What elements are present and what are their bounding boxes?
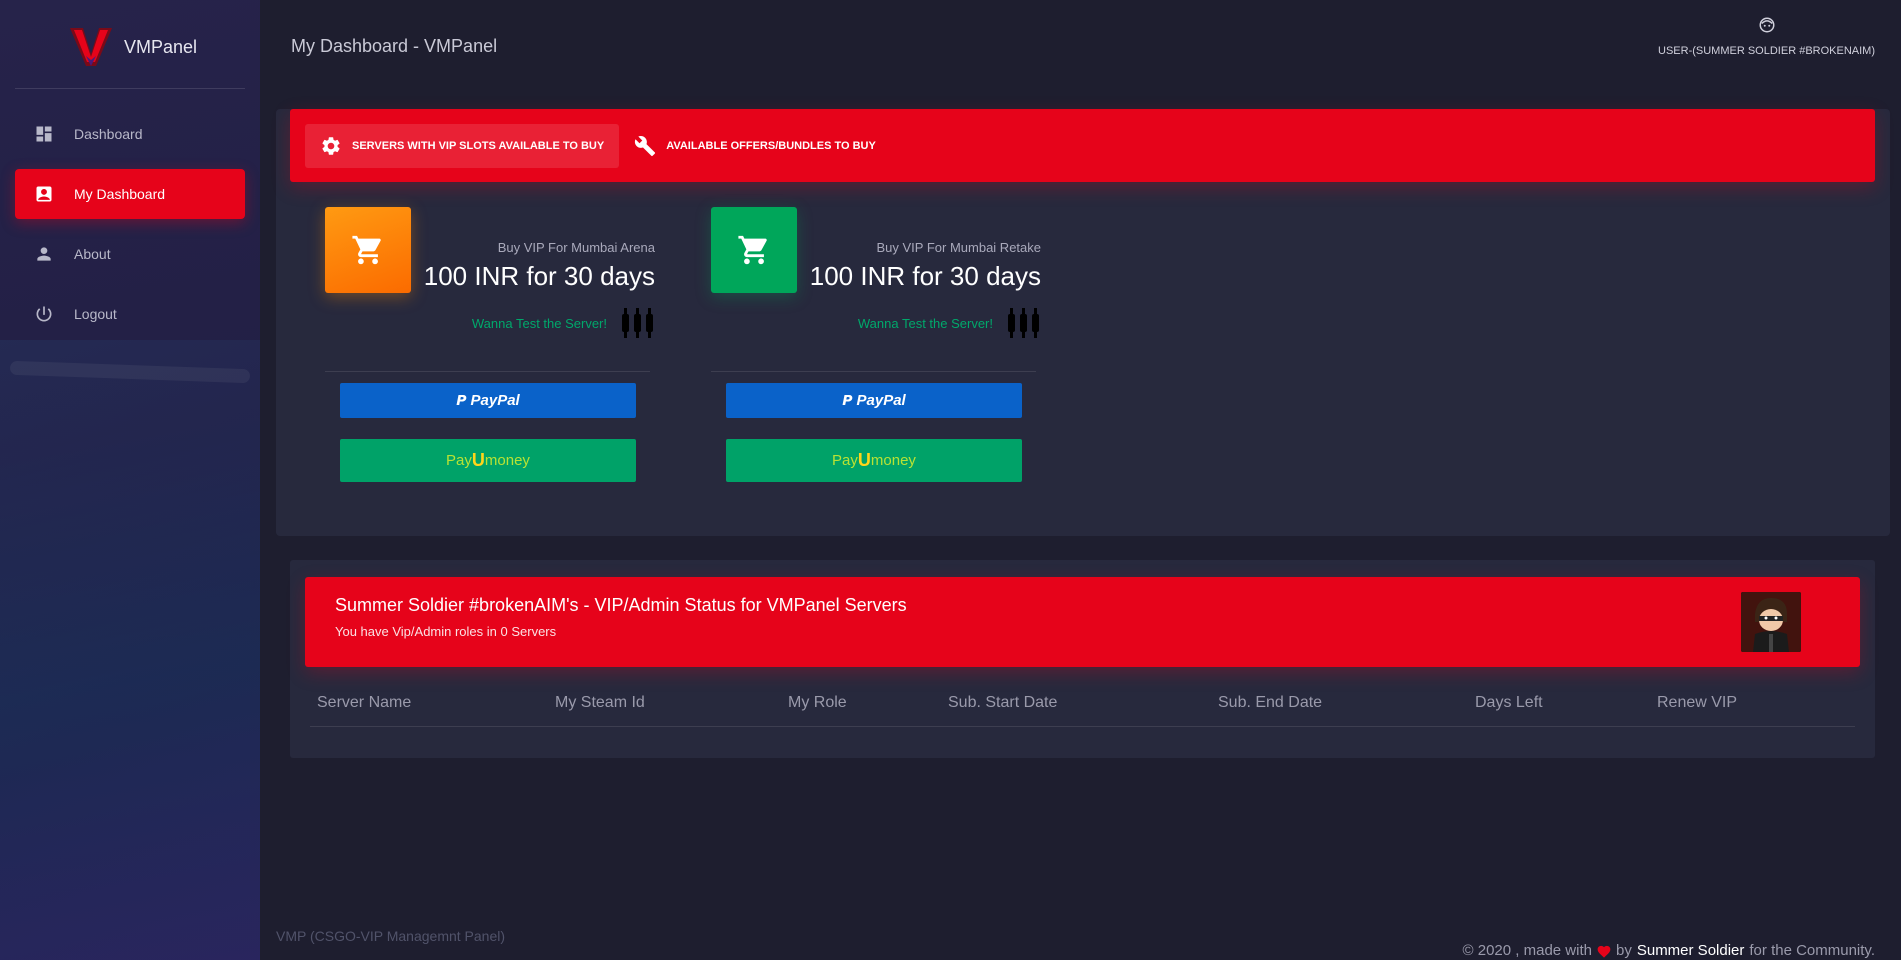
person-icon [34, 244, 54, 264]
cart-button[interactable] [325, 207, 411, 293]
payu-label-u: U [471, 450, 485, 470]
paypal-button[interactable]: 𝙋 PayPal [340, 383, 636, 418]
sidebar-item-logout[interactable]: Logout [15, 289, 245, 339]
payumoney-button[interactable]: Pay Umoney [726, 439, 1022, 482]
brand-name: VMPanel [124, 36, 198, 57]
column-header[interactable]: Sub. End Date [1218, 694, 1322, 712]
column-header[interactable]: Sub. Start Date [948, 694, 1057, 712]
footer-community: for the Community. [1749, 942, 1875, 959]
payu-label-pre: Pay [446, 452, 472, 469]
page-title: My Dashboard - VMPanel [291, 36, 498, 56]
column-header[interactable]: My Role [788, 694, 847, 712]
sidebar: VMPanel Dashboard My Dashboard About Log [0, 0, 260, 960]
paypal-icon: 𝙋 [842, 392, 853, 408]
card-divider [325, 371, 650, 372]
contact-card-icon [34, 184, 54, 204]
status-banner: Summer Soldier #brokenAIM's - VIP/Admin … [305, 577, 1860, 667]
product-price: 100 INR for 30 days [809, 261, 1041, 291]
sidebar-item-label: My Dashboard [74, 186, 166, 202]
paypal-label: PayPal [470, 392, 520, 409]
shopping-cart-icon [352, 235, 381, 265]
test-server-label: Wanna Test the Server! [857, 315, 993, 331]
payu-label-post: money [870, 452, 916, 469]
power-icon [34, 304, 54, 324]
status-title: Summer Soldier #brokenAIM's - VIP/Admin … [335, 595, 907, 615]
sidebar-item-label: Dashboard [74, 126, 143, 142]
tab-label: AVAILABLE OFFERS/BUNDLES TO BUY [666, 139, 876, 152]
test-server-link[interactable]: Wanna Test the Server! [472, 306, 655, 340]
user-name: USER-(SUMMER SOLDIER #BROKENAIM) [1658, 45, 1875, 57]
sidebar-divider [15, 88, 245, 89]
vip-status-table-header: Server Name My Steam Id My Role Sub. Sta… [310, 684, 1855, 727]
column-header[interactable]: My Steam Id [555, 694, 645, 712]
brand-logo[interactable]: VMPanel [68, 24, 197, 70]
test-server-link[interactable]: Wanna Test the Server! [858, 306, 1041, 340]
product-subtitle: Buy VIP For Mumbai Retake [876, 240, 1042, 255]
payumoney-button[interactable]: Pay Umoney [340, 439, 636, 482]
author-link[interactable]: Summer Soldier [1637, 942, 1745, 959]
column-header[interactable]: Days Left [1475, 694, 1543, 712]
sidebar-item-label: Logout [74, 306, 117, 322]
product-card: Buy VIP For Mumbai Arena 100 INR for 30 … [310, 195, 665, 495]
plug-icon [1008, 308, 1039, 338]
sidebar-item-my-dashboard[interactable]: My Dashboard [15, 169, 245, 219]
card-divider [711, 371, 1036, 372]
footer-credits: © 2020 , made with by Summer Soldier for… [1463, 942, 1875, 959]
sidebar-nav: Dashboard My Dashboard About Logout [15, 109, 245, 349]
tab-label: SERVERS WITH VIP SLOTS AVAILABLE TO BUY [352, 139, 605, 152]
dashboard-icon [34, 124, 54, 144]
cart-button[interactable] [711, 207, 797, 293]
payu-label-pre: Pay [832, 452, 858, 469]
sidebar-item-label: About [74, 246, 111, 262]
column-header[interactable]: Renew VIP [1657, 694, 1737, 712]
test-server-label: Wanna Test the Server! [471, 315, 607, 331]
paypal-icon: 𝙋 [456, 392, 467, 408]
status-subtitle: You have Vip/Admin roles in 0 Servers [335, 624, 557, 639]
user-avatar-image [1741, 592, 1801, 652]
column-header[interactable]: Server Name [317, 694, 411, 712]
gear-icon [320, 135, 342, 157]
heart-icon [1596, 944, 1612, 958]
plug-icon [622, 308, 653, 338]
sidebar-item-about[interactable]: About [15, 229, 245, 279]
payu-label-u: U [857, 450, 871, 470]
sidebar-item-dashboard[interactable]: Dashboard [15, 109, 245, 159]
product-card: Buy VIP For Mumbai Retake 100 INR for 30… [696, 195, 1051, 495]
payu-label-post: money [484, 452, 530, 469]
footer-app-name: VMP (CSGO-VIP Managemnt Panel) [276, 928, 506, 944]
product-subtitle: Buy VIP For Mumbai Arena [497, 240, 655, 255]
user-menu[interactable]: USER-(SUMMER SOLDIER #BROKENAIM) [1658, 16, 1875, 57]
user-avatar-icon [1759, 17, 1774, 33]
product-price: 100 INR for 30 days [423, 261, 655, 291]
tab-offers-bundles[interactable]: AVAILABLE OFFERS/BUNDLES TO BUY [619, 124, 891, 168]
shopping-cart-icon [738, 235, 767, 265]
wrench-icon [634, 135, 656, 157]
paypal-button[interactable]: 𝙋 PayPal [726, 383, 1022, 418]
footer-by: by [1616, 942, 1632, 959]
vmpanel-logo-icon [70, 28, 112, 66]
paypal-label: PayPal [856, 392, 906, 409]
avatar [1741, 592, 1801, 652]
footer-made-with: © 2020 , made with [1462, 942, 1592, 959]
tab-servers-vip-slots[interactable]: SERVERS WITH VIP SLOTS AVAILABLE TO BUY [305, 123, 620, 168]
store-tabs: SERVERS WITH VIP SLOTS AVAILABLE TO BUY … [290, 109, 1875, 182]
